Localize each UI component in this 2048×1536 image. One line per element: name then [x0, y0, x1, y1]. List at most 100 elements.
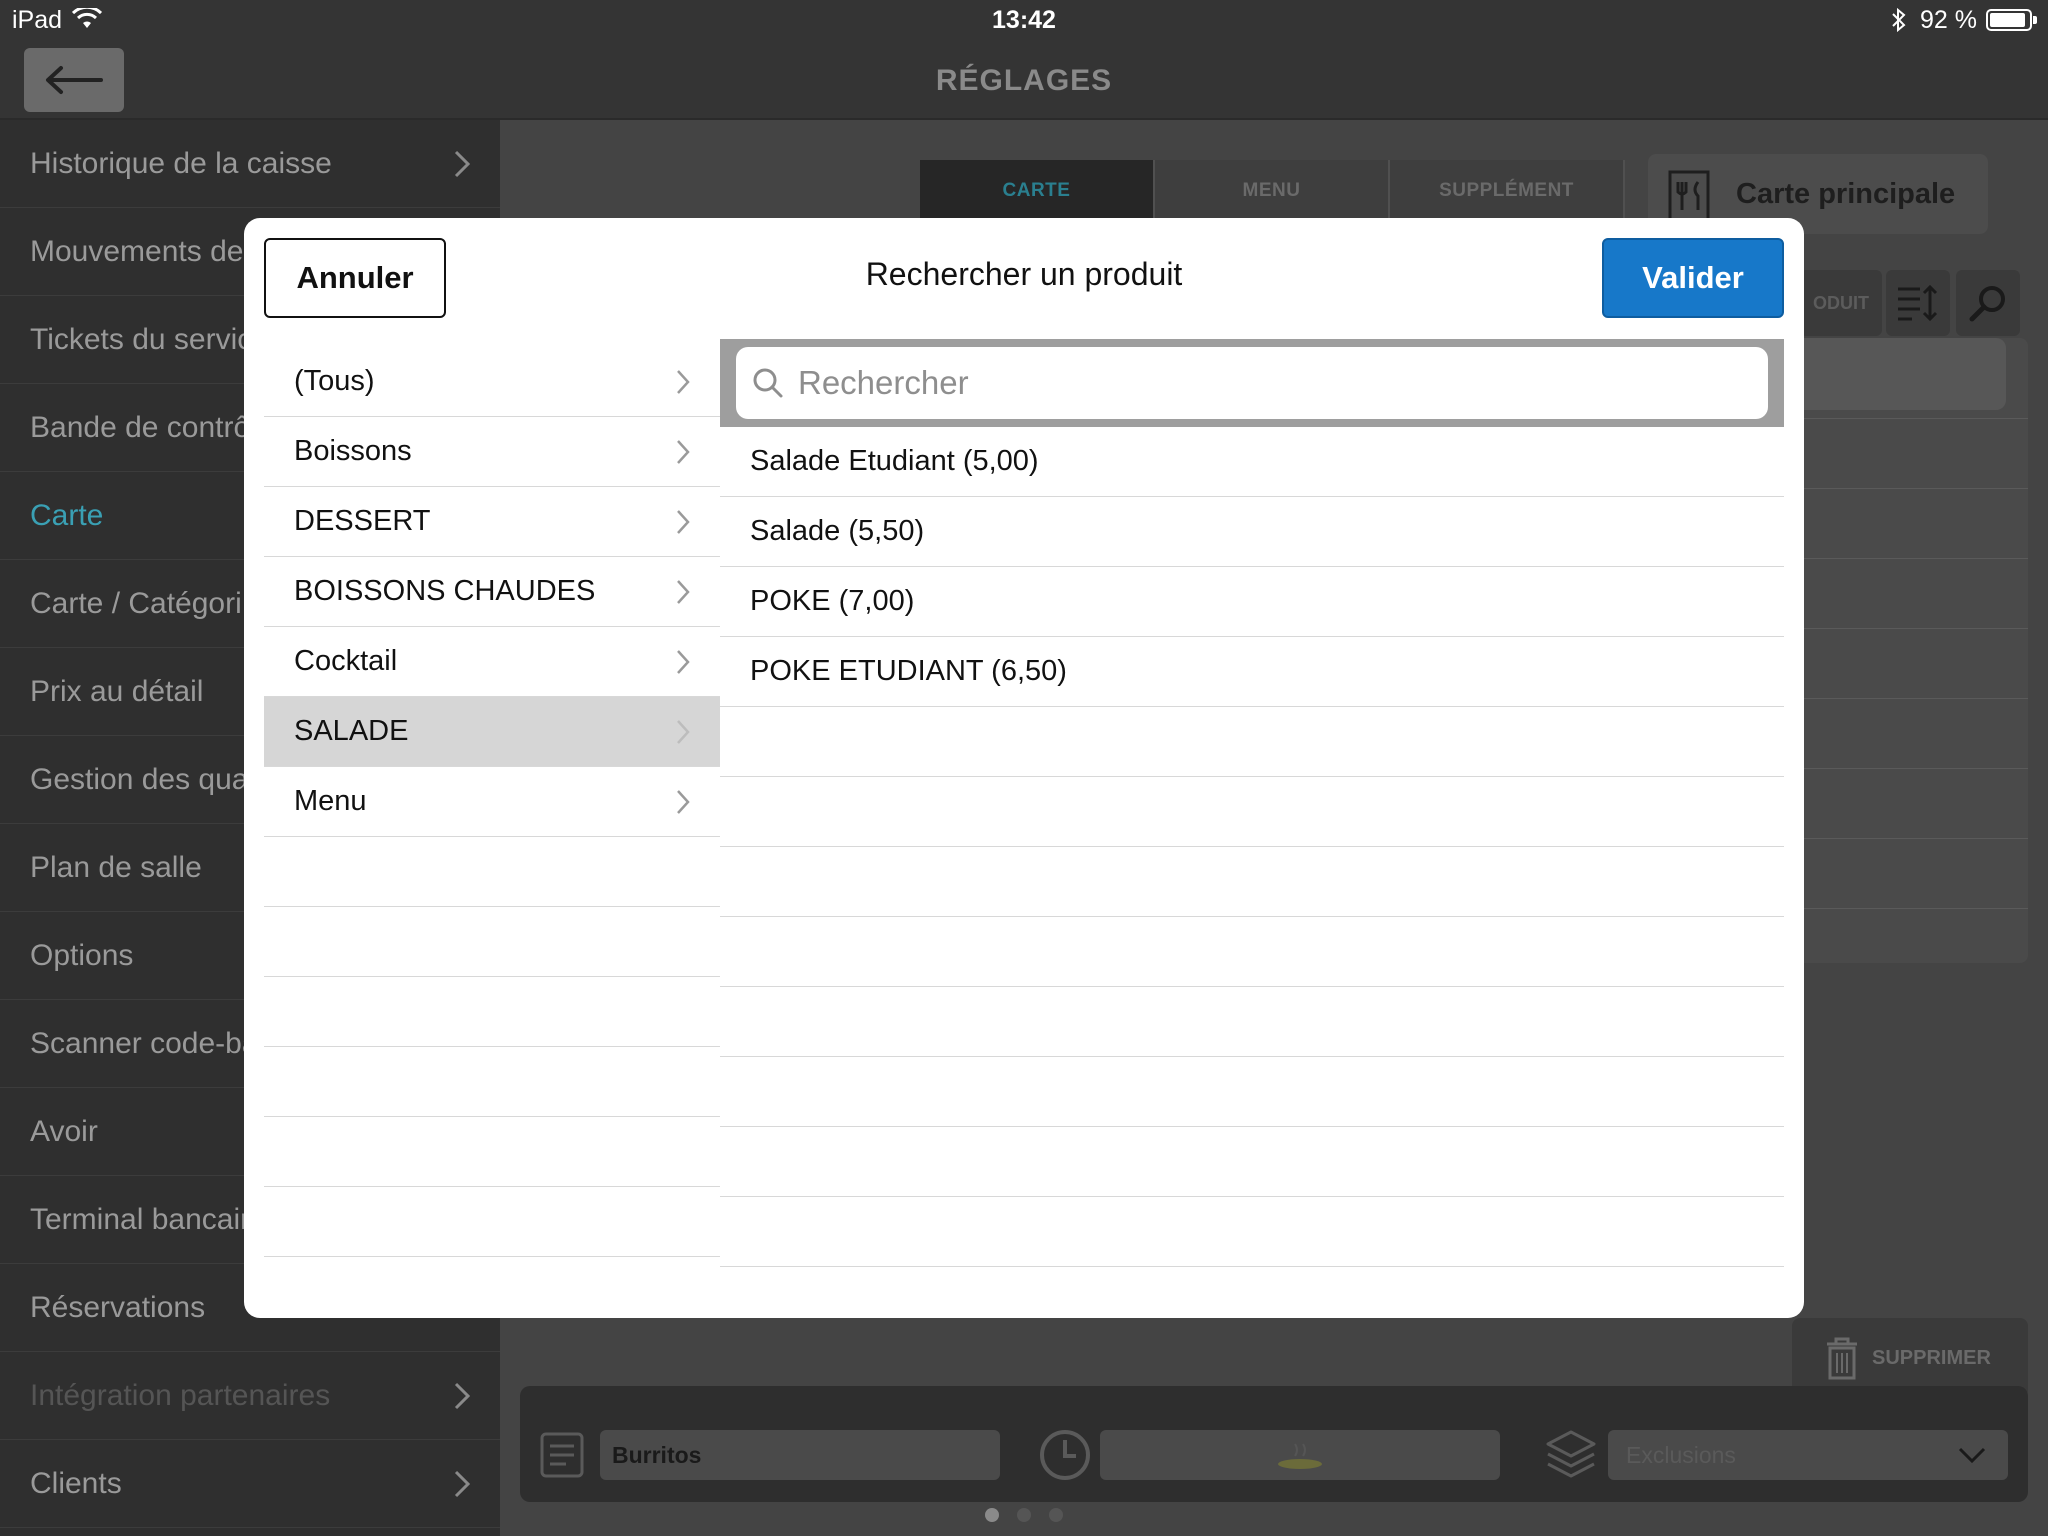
product-label: POKE (7,00): [750, 585, 915, 617]
sidebar-item-historique[interactable]: Historique de la caisse: [0, 120, 500, 208]
list-divider: [1790, 838, 2028, 839]
carte-selector-label: Carte principale: [1736, 177, 1956, 210]
list-item-empty: [720, 707, 1784, 777]
search-icon: [753, 368, 783, 398]
category-item-salade[interactable]: SALADE: [264, 697, 720, 767]
sidebar-item-label: Prix au détail: [30, 674, 204, 708]
category-item-boissons-chaudes[interactable]: BOISSONS CHAUDES: [264, 557, 720, 627]
battery-percent: 92 %: [1920, 6, 1977, 34]
exclusions-select[interactable]: Exclusions: [1608, 1430, 2008, 1480]
sidebar-item-label: Carte / Catégori: [30, 586, 242, 620]
product-item[interactable]: POKE (7,00): [720, 567, 1784, 637]
product-label: Salade Etudiant (5,00): [750, 445, 1039, 477]
sidebar-item-label: Clients: [30, 1466, 122, 1500]
page-indicator: [0, 1508, 2048, 1522]
sidebar-item-label: Intégration partenaires: [30, 1378, 331, 1412]
list-divider: [1790, 558, 2028, 559]
page-dot[interactable]: [985, 1508, 999, 1522]
category-label: SALADE: [294, 715, 409, 747]
chevron-right-icon: [454, 1382, 470, 1410]
chevron-right-icon: [454, 1470, 470, 1498]
category-item-cocktail[interactable]: Cocktail: [264, 627, 720, 697]
list-item-empty: [720, 1267, 1784, 1318]
schedule-field[interactable]: [1100, 1430, 1500, 1480]
exclusions-placeholder: Exclusions: [1626, 1441, 1736, 1468]
tab-supplement[interactable]: SUPPLÉMENT: [1390, 160, 1625, 222]
sidebar-item-label: Historique de la caisse: [30, 146, 332, 180]
dropdown-chevron-icon: [1958, 1447, 1986, 1464]
chevron-right-icon: [677, 370, 690, 394]
delete-label: SUPPRIMER: [1872, 1346, 1991, 1369]
tab-menu[interactable]: MENU: [1155, 160, 1390, 222]
list-item-empty: [264, 837, 720, 907]
list-divider: [1790, 908, 2028, 909]
list-item-empty: [720, 1127, 1784, 1197]
sidebar-item-label: Mouvements de: [30, 234, 244, 268]
category-item-menu[interactable]: Menu: [264, 767, 720, 837]
page-dot[interactable]: [1049, 1508, 1063, 1522]
list-item-empty: [264, 977, 720, 1047]
sidebar-item-label: Réservations: [30, 1290, 206, 1324]
list-item-empty: [264, 1187, 720, 1257]
page-title: RÉGLAGES: [935, 64, 1113, 97]
tab-carte[interactable]: CARTE: [920, 160, 1155, 222]
sidebar-item-label: Scanner code-ba: [30, 1026, 259, 1060]
product-name-value: Burritos: [612, 1441, 702, 1468]
modal-title: Rechercher un produit: [865, 256, 1183, 292]
layers-icon: [1546, 1430, 1596, 1478]
menu-card-icon: [1668, 170, 1710, 222]
search-button[interactable]: [1956, 270, 2020, 336]
chevron-right-icon: [677, 440, 690, 464]
sidebar-item-integration-partenaires[interactable]: Intégration partenaires: [0, 1352, 500, 1440]
category-label: BOISSONS CHAUDES: [294, 575, 596, 607]
list-divider: [1790, 418, 2028, 419]
confirm-button[interactable]: Valider: [1602, 238, 1784, 318]
list-item-empty: [264, 907, 720, 977]
add-product-label: ODUIT: [1813, 292, 1869, 313]
category-item-dessert[interactable]: DESSERT: [264, 487, 720, 557]
product-name-field[interactable]: Burritos: [600, 1430, 1000, 1480]
list-divider: [1790, 488, 2028, 489]
status-bar: iPad 13:42 92 %: [0, 0, 2048, 40]
add-product-button[interactable]: ODUIT: [1800, 270, 1882, 336]
battery-icon: [1986, 9, 2037, 31]
sidebar-item-label: Tickets du servic: [30, 322, 253, 356]
chevron-right-icon: [677, 580, 690, 604]
page-dot[interactable]: [1017, 1508, 1031, 1522]
category-label: (Tous): [294, 365, 375, 397]
list-item-empty: [720, 1197, 1784, 1267]
product-item[interactable]: Salade Etudiant (5,00): [720, 427, 1784, 497]
list-item-empty: [720, 777, 1784, 847]
list-item-empty: [264, 1047, 720, 1117]
chevron-right-icon: [677, 790, 690, 814]
product-label: Salade (5,50): [750, 515, 925, 547]
category-item-tous[interactable]: (Tous): [264, 347, 720, 417]
product-item[interactable]: Salade (5,50): [720, 497, 1784, 567]
sidebar-item-label: Avoir: [30, 1114, 98, 1148]
clock: 13:42: [992, 6, 1056, 34]
sort-button[interactable]: [1886, 270, 1950, 336]
search-bar: [720, 339, 1784, 427]
search-input[interactable]: [798, 364, 1758, 402]
product-item[interactable]: POKE ETUDIANT (6,50): [720, 637, 1784, 707]
clock-icon: [1040, 1430, 1090, 1480]
search-product-modal: Annuler Rechercher un produit Valider (T…: [244, 218, 1804, 1318]
type-tabs: CARTE MENU SUPPLÉMENT: [920, 160, 1625, 222]
list-item-empty: [720, 847, 1784, 917]
category-label: Boissons: [294, 435, 412, 467]
sidebar-item-label: Terminal bancair: [30, 1202, 251, 1236]
sidebar-item-label: Plan de salle: [30, 850, 202, 884]
product-search-background: [1790, 338, 2006, 410]
sidebar-item-label: Gestion des qua: [30, 762, 249, 796]
product-list-background: [1790, 338, 2028, 963]
search-icon: [1969, 286, 2005, 322]
search-field[interactable]: [736, 347, 1768, 419]
chevron-right-icon: [677, 650, 690, 674]
category-item-boissons[interactable]: Boissons: [264, 417, 720, 487]
sidebar-item-label: Bande de contrô: [30, 410, 251, 444]
bluetooth-icon: [1892, 8, 1906, 32]
list-divider: [1790, 768, 2028, 769]
sidebar-item-label: Options: [30, 938, 134, 972]
list-item-empty: [720, 917, 1784, 987]
sidebar-item-label: Carte: [30, 498, 104, 532]
